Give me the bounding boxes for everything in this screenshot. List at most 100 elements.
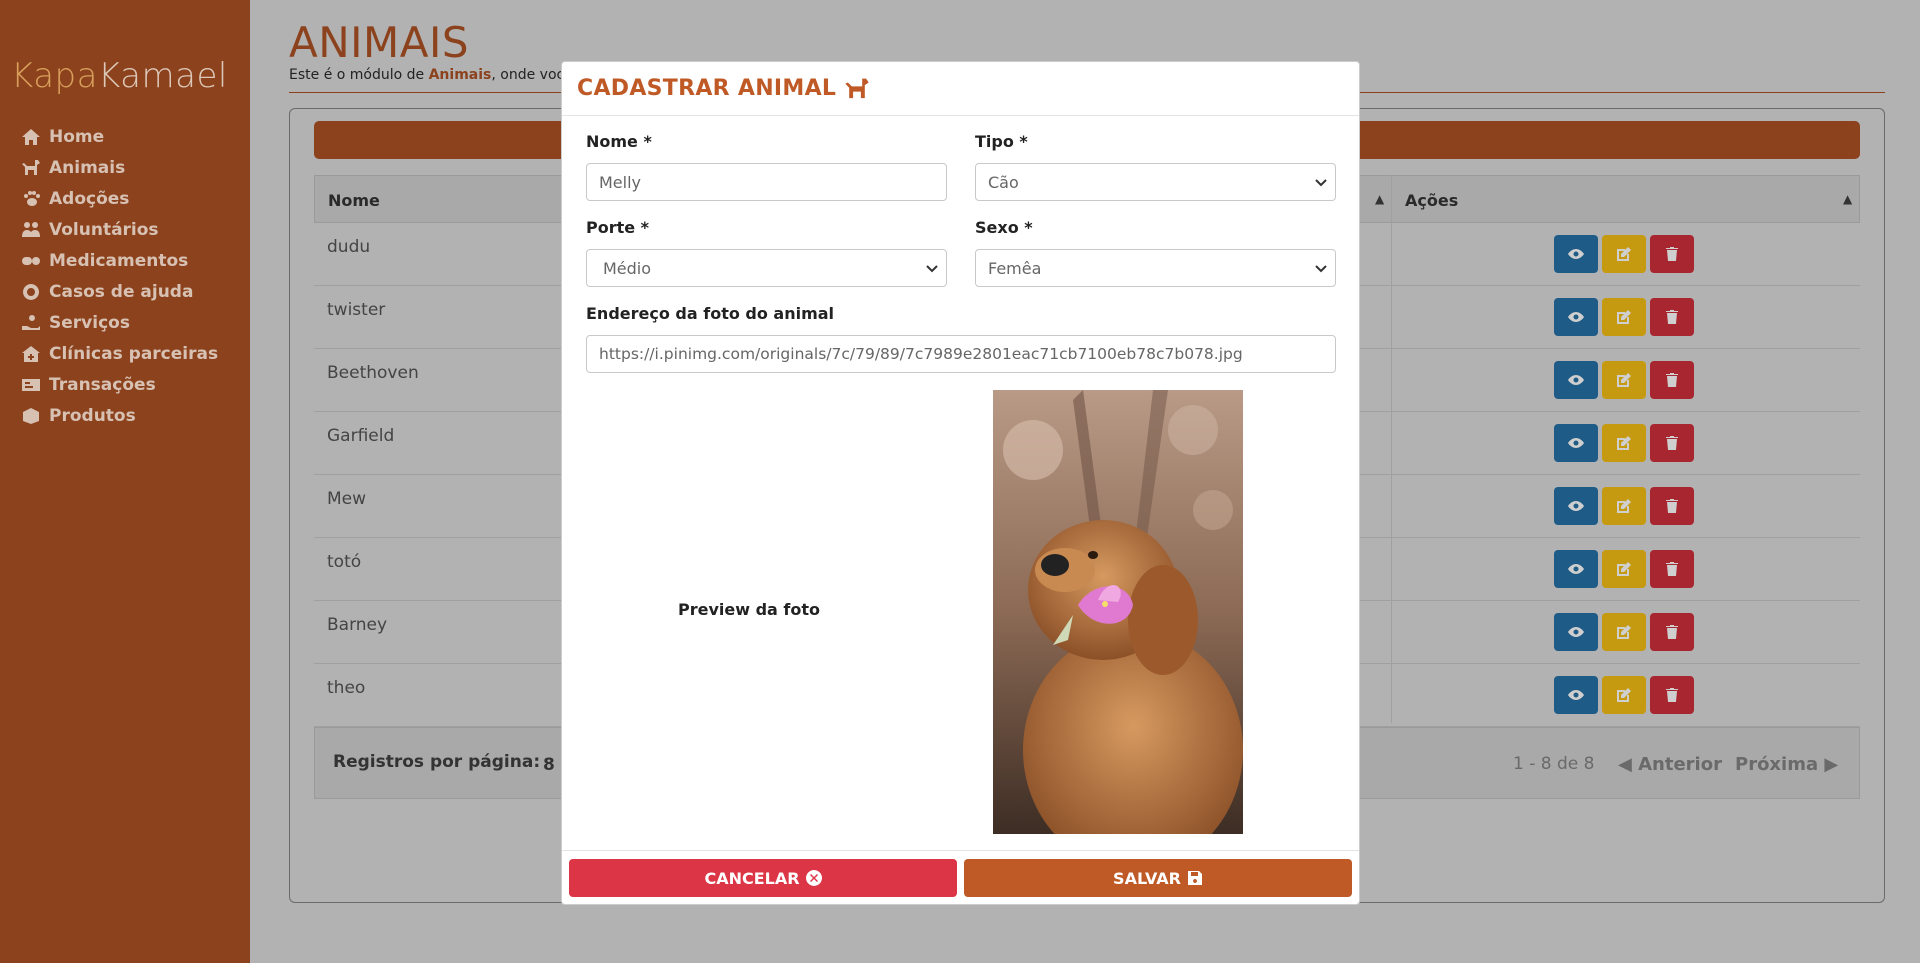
delete-button[interactable] [1650,361,1694,399]
sidebar-item-clinicas-parceiras[interactable]: Clínicas parceiras [21,338,218,369]
sort-icon[interactable]: ▲︎ [1375,192,1384,206]
view-button[interactable] [1554,235,1598,273]
tipo-select[interactable]: Cão [975,163,1336,201]
edit-button[interactable] [1602,550,1646,588]
edit-button[interactable] [1602,613,1646,651]
prev-page-label: Anterior [1638,754,1722,775]
edit-icon [1617,373,1631,387]
rows-per-page-label: Registros por página: [333,752,541,772]
people-icon [22,221,40,237]
view-button[interactable] [1554,424,1598,462]
sexo-label: Sexo * [975,218,1033,237]
modal-title: CADASTRAR ANIMAL [577,76,837,101]
chevron-right-icon: ▶︎ [1818,754,1839,775]
sidebar-item-home[interactable]: Home [21,121,218,152]
delete-button[interactable] [1650,424,1694,462]
sidebar-item-adocoes[interactable]: Adoções [21,183,218,214]
edit-icon [1617,247,1631,261]
edit-button[interactable] [1602,487,1646,525]
save-button[interactable]: SALVAR [964,859,1352,897]
edit-button[interactable] [1602,676,1646,714]
eye-icon [1568,627,1584,637]
sidebar-item-label: Clínicas parceiras [49,343,219,364]
column-header-nome[interactable]: Nome [328,191,380,210]
delete-button[interactable] [1650,235,1694,273]
sexo-select[interactable]: Femêa [975,249,1336,287]
cell-name: Mew [327,489,367,509]
sidebar-item-casos-de-ajuda[interactable]: Casos de ajuda [21,276,218,307]
cell-name: totó [327,552,362,572]
modal-footer: CANCELAR SALVAR [562,850,1359,904]
cancel-button[interactable]: CANCELAR [569,859,957,897]
clinic-icon [22,345,40,362]
porte-selected-value: Médio [603,258,652,278]
sidebar-item-voluntarios[interactable]: Voluntários [21,214,218,245]
delete-button[interactable] [1650,298,1694,336]
column-header-acoes[interactable]: Ações [1405,191,1458,210]
sidebar-item-produtos[interactable]: Produtos [21,400,218,431]
view-button[interactable] [1554,361,1598,399]
edit-button[interactable] [1602,361,1646,399]
cancel-button-label: CANCELAR [704,868,800,888]
cadastrar-animal-modal: CADASTRAR ANIMAL Nome * Tipo * Cão Porte… [561,61,1360,905]
app-logo[interactable]: KapaKamael [11,56,228,96]
delete-button[interactable] [1650,676,1694,714]
sidebar-item-label: Medicamentos [49,250,189,271]
edit-button[interactable] [1602,424,1646,462]
lifering-icon [23,283,40,300]
nome-field[interactable] [586,163,947,201]
eye-icon [1568,438,1584,448]
next-page-button[interactable]: Próxima ▶︎ [1735,754,1838,775]
trash-icon [1666,499,1678,513]
row-actions [1554,424,1694,462]
cell-name: Garfield [327,426,395,446]
cell-name: twister [327,300,386,320]
tipo-selected-value: Cão [988,172,1019,192]
nome-input[interactable] [599,172,946,192]
view-button[interactable] [1554,550,1598,588]
sidebar-item-servicos[interactable]: Serviços [21,307,218,338]
sidebar-item-medicamentos[interactable]: Medicamentos [21,245,218,276]
sidebar-item-label: Produtos [49,405,136,426]
sidebar-item-label: Serviços [49,312,130,333]
edit-icon [1617,562,1631,576]
dog-icon [845,78,869,98]
sidebar-item-animais[interactable]: Animais [21,152,218,183]
eye-icon [1568,249,1584,259]
chevron-left-icon: ◀︎ [1618,754,1639,775]
view-button[interactable] [1554,298,1598,336]
page-subtitle-bold: Animais [428,67,492,83]
sidebar-nav: Home Animais Adoções Voluntários Medicam… [21,121,218,431]
edit-button[interactable] [1602,235,1646,273]
next-page-label: Próxima [1735,754,1819,775]
rows-per-page-select[interactable]: 8 [543,755,555,775]
edit-icon [1617,310,1631,324]
eye-icon [1568,501,1584,511]
view-button[interactable] [1554,487,1598,525]
foto-url-input[interactable] [599,345,1335,363]
box-icon [23,407,39,424]
times-circle-icon [805,870,822,886]
dog-icon [22,159,40,175]
sidebar: KapaKamael Home Animais Adoções Voluntár… [0,0,250,963]
view-button[interactable] [1554,676,1598,714]
delete-button[interactable] [1650,613,1694,651]
trash-icon [1666,373,1678,387]
foto-url-field[interactable] [586,335,1336,373]
cell-name: Beethoven [327,363,419,383]
sidebar-item-transacoes[interactable]: Transações [21,369,218,400]
view-button[interactable] [1554,613,1598,651]
prev-page-button[interactable]: ◀︎ Anterior [1618,754,1722,775]
delete-button[interactable] [1650,550,1694,588]
delete-button[interactable] [1650,487,1694,525]
sort-icon[interactable]: ▲︎ [1843,192,1852,206]
row-actions [1554,550,1694,588]
trash-icon [1666,625,1678,639]
row-actions [1554,235,1694,273]
eye-icon [1568,312,1584,322]
home-icon [22,128,40,145]
eye-icon [1568,564,1584,574]
modal-header: CADASTRAR ANIMAL [562,62,1359,116]
edit-button[interactable] [1602,298,1646,336]
porte-select[interactable]: Médio [586,249,947,287]
